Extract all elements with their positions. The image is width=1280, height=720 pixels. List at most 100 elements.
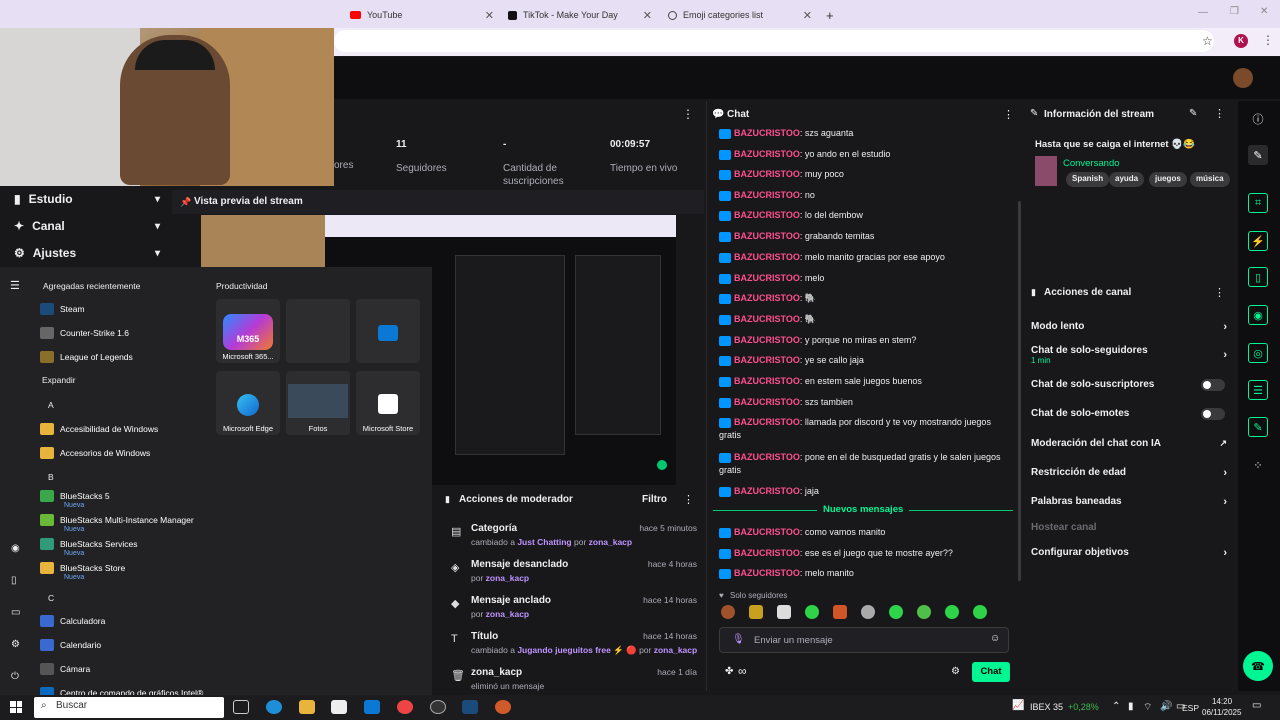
channel-action-item[interactable]: Chat de solo-seguidores 1 min › [1031,345,1227,365]
chat-username[interactable]: BAZUCRISTOO [734,273,800,283]
app-camara[interactable]: Cámara [40,663,90,675]
document-icon[interactable]: ▯ [11,575,17,586]
emote-icon[interactable] [721,605,735,619]
maximize-icon[interactable]: ❐ [1230,6,1239,17]
user-circle-icon[interactable]: ◉ [11,543,20,554]
chat-username[interactable]: BAZUCRISTOO [734,293,800,303]
chat-username[interactable]: BAZUCRISTOO [734,376,800,386]
chat-username[interactable]: BAZUCRISTOO [734,452,800,462]
toggle-switch[interactable] [1201,408,1225,420]
clip-icon[interactable]: ⌗ [1248,193,1268,213]
app-bluestacks-mim[interactable]: BlueStacks Multi-Instance Manager [40,514,194,526]
chat-username[interactable]: BAZUCRISTOO [734,417,800,427]
channel-action-item[interactable]: Modo lento › [1031,321,1227,333]
folder-accesibilidad[interactable]: Accesibilidad de Windows [40,423,158,435]
channel-action-item[interactable]: Palabras baneadas › [1031,496,1227,508]
chat-username[interactable]: BAZUCRISTOO [734,169,800,179]
dots-icon[interactable]: ⁘ [1248,455,1268,475]
app-calculadora[interactable]: Calculadora [40,615,105,627]
outlook-taskbar-icon[interactable] [364,700,380,714]
close-tab-icon[interactable]: ✕ [803,9,812,22]
mod-action-item[interactable]: ◈ Mensaje desanclado por zona_kacp hace 4 h… [445,559,697,591]
nav-canal[interactable]: ✦ Canal ▾ [14,219,160,233]
image-icon[interactable]: ▭ [11,607,20,618]
lightning-icon[interactable]: ⚡ [1248,231,1268,251]
task-view-icon[interactable] [233,700,249,714]
chat-scrollbar[interactable] [1018,201,1021,581]
channel-action-item[interactable]: Configurar objetivos › [1031,547,1227,559]
chat-menu-icon[interactable]: ⋮ [1003,108,1014,121]
address-field[interactable] [334,30,1214,52]
emote-icon[interactable] [917,605,931,619]
stream-tag[interactable]: música [1190,172,1230,187]
mod-action-highlight[interactable]: Just Chatting [517,537,571,547]
taskbar-search[interactable]: ⌕ Buscar [34,697,224,718]
file-explorer-icon[interactable] [299,700,315,714]
stream-tag[interactable]: juegos [1149,172,1187,187]
tab-youtube[interactable]: YouTube ✕ [342,4,500,26]
edit-icon[interactable]: ✎ [1248,145,1268,165]
stream-info-menu-icon[interactable]: ⋮ [1214,107,1225,120]
app-taskbar-icon[interactable] [495,700,511,714]
channel-action-item[interactable]: Chat de solo-suscriptores [1031,379,1227,391]
bookmark-star-icon[interactable]: ☆ [1202,34,1213,48]
chat-input[interactable]: 🎙 Enviar un mensaje ☺ [719,627,1009,653]
list-icon[interactable]: ☰ [1248,380,1268,400]
chat-username[interactable]: BAZUCRISTOO [734,210,800,220]
tile-edge[interactable]: Microsoft Edge [216,371,280,435]
chat-settings-icon[interactable]: ⚙ [951,666,960,677]
channel-action-item[interactable]: Chat de solo-emotes [1031,408,1227,420]
channel-action-item[interactable]: Moderación del chat con IA ↗ [1031,438,1227,449]
app-steam[interactable]: Steam [40,303,85,315]
new-tab-button[interactable]: + [818,4,842,26]
chevron-up-icon[interactable]: ⌃ [1112,701,1120,712]
channel-points-icon[interactable]: ✤ [725,666,733,677]
chat-username[interactable]: BAZUCRISTOO [734,548,800,558]
edit-info-icon[interactable]: ✎ [1189,108,1197,119]
close-tab-icon[interactable]: ✕ [643,9,652,22]
emote-icon[interactable] [777,605,791,619]
marker-icon[interactable]: ▯ [1248,267,1268,287]
tile-fotos[interactable]: Fotos [286,371,350,435]
tile-group[interactable] [286,299,350,363]
stream-tag[interactable]: ayuda [1109,172,1145,187]
stream-tag[interactable]: Spanish [1066,172,1110,187]
chat-username[interactable]: BAZUCRISTOO [734,231,800,241]
obs-icon[interactable] [430,700,446,714]
nav-ajustes[interactable]: ⚙ Ajustes ▾ [14,246,160,260]
emote-icon[interactable] [749,605,763,619]
volume-icon[interactable]: 🔊 [1160,701,1172,712]
mod-action-highlight[interactable]: zona_kacp [654,645,697,655]
chrome-icon[interactable] [397,700,413,714]
chat-bubble-icon[interactable]: ◉ [1248,305,1268,325]
expand-button[interactable]: Expandir [42,375,76,385]
browser-menu-icon[interactable]: ⋮ [1262,33,1274,47]
filter-button[interactable]: Filtro [642,494,667,505]
chat-username[interactable]: BAZUCRISTOO [734,397,800,407]
tile-store[interactable]: Microsoft Store [356,371,420,435]
mod-action-highlight[interactable]: zona_kacp [486,609,529,619]
clock-time[interactable]: 14:20 [1212,697,1232,706]
mod-panel-menu-icon[interactable]: ⋮ [683,493,694,506]
app-cs[interactable]: Counter-Strike 1.6 [40,327,129,339]
channel-action-item[interactable]: Restricción de edad › [1031,467,1227,479]
folder-bluestacks-store[interactable]: BlueStacks Store [40,562,125,574]
chat-username[interactable]: BAZUCRISTOO [734,335,800,345]
app-bluestacks-services[interactable]: BlueStacks Services [40,538,137,550]
chat-username[interactable]: BAZUCRISTOO [734,568,800,578]
category-name[interactable]: Conversando [1063,158,1120,169]
app-bluestacks5[interactable]: BlueStacks 5 [40,490,110,502]
profile-avatar[interactable]: K [1234,34,1248,48]
chat-username[interactable]: BAZUCRISTOO [734,527,800,537]
app-calendario[interactable]: Calendario [40,639,101,651]
mod-action-item[interactable]: T Título cambiado a Jugando jueguitos free… [445,631,697,663]
chat-username[interactable]: BAZUCRISTOO [734,190,800,200]
folder-accesorios[interactable]: Accesorios de Windows [40,447,150,459]
tab-emoji[interactable]: Emoji categories list ✕ [660,4,818,26]
broadcast-icon[interactable]: ◎ [1248,343,1268,363]
mod-action-highlight[interactable]: zona_kacp [486,573,529,583]
letter-c[interactable]: C [48,593,54,603]
emoji-picker-icon[interactable]: ☺ [990,633,1000,644]
edge-taskbar-icon[interactable] [266,700,282,714]
close-window-icon[interactable]: ✕ [1260,6,1268,17]
